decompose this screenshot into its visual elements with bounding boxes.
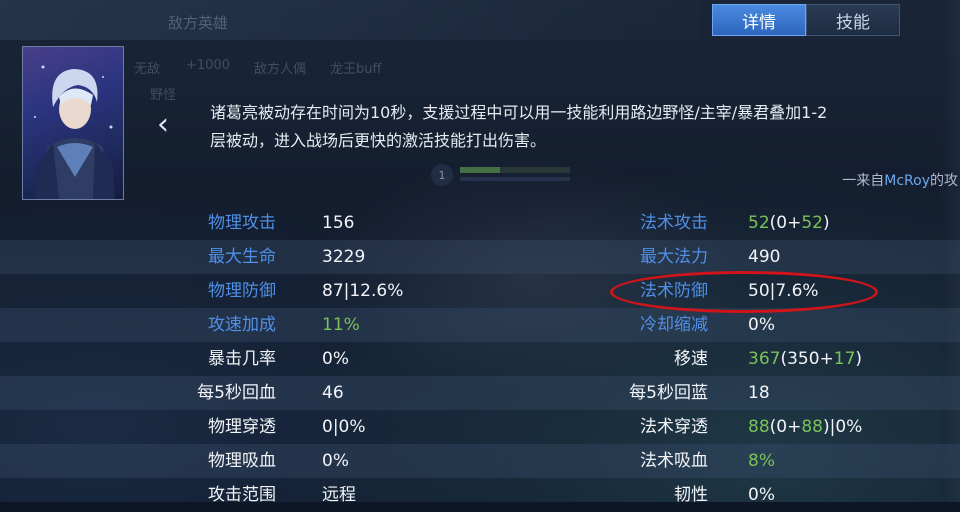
stat-value-part: ) xyxy=(855,349,863,369)
stat-label: 韧性 xyxy=(674,485,708,505)
stat-value-part: 50|7.6% xyxy=(748,281,819,301)
stat-value: 46 xyxy=(322,376,344,410)
bg-label: 敌方人偶 xyxy=(254,62,307,77)
tab-bar: 详情 技能 xyxy=(712,4,900,36)
stat-value: 367(350+17) xyxy=(748,342,862,376)
passive-line-1: 诸葛亮被动存在时间为10秒，支援过程中可以用一技能利用路边野怪/主宰/暴君叠加1… xyxy=(210,103,828,122)
level-indicator: 1 xyxy=(430,163,572,187)
bg-label: 野怪 xyxy=(150,88,177,103)
stat-value-part: 0% xyxy=(748,485,775,505)
stat-label: 最大法力 xyxy=(640,247,708,267)
bg-label: 无敌 xyxy=(134,62,161,77)
stat-value-part: 17 xyxy=(833,349,856,369)
stat-label: 最大生命 xyxy=(208,247,276,267)
stat-label: 法术穿透 xyxy=(640,417,708,437)
stat-value: 156 xyxy=(322,206,354,240)
back-chevron-icon[interactable]: ‹ xyxy=(148,110,178,140)
stat-value: 0% xyxy=(748,308,775,342)
author-suffix: 的攻 xyxy=(930,173,958,189)
stat-label: 每5秒回血 xyxy=(197,383,276,403)
stat-value: 0% xyxy=(322,342,349,376)
stat-value-part: 远程 xyxy=(322,485,356,505)
tab-details[interactable]: 详情 xyxy=(712,4,806,36)
stat-value-part: ) xyxy=(822,213,830,233)
stat-row: 攻击范围 远程 韧性 0% xyxy=(0,478,960,512)
stat-value: 490 xyxy=(748,240,780,274)
author-prefix: 一来自 xyxy=(842,173,885,189)
passive-description: 诸葛亮被动存在时间为10秒，支援过程中可以用一技能利用路边野怪/主宰/暴君叠加1… xyxy=(210,99,942,155)
stat-value: 50|7.6% xyxy=(748,274,819,308)
stat-label: 每5秒回蓝 xyxy=(629,383,708,403)
level-number: 1 xyxy=(439,169,446,182)
stat-value-part: 367 xyxy=(748,349,781,369)
stat-label: 攻击范围 xyxy=(208,485,276,505)
stat-value: 0% xyxy=(748,478,775,512)
stat-value: 0% xyxy=(322,444,349,478)
author-credit: 一来自McRoy的攻 xyxy=(842,170,958,190)
stat-row: 物理穿透 0|0% 法术穿透 88(0+88)|0% xyxy=(0,410,960,444)
stats-table: 物理攻击 156 法术攻击 52(0+52) 最大生命 3229 最大法力 490 物理防御 87… xyxy=(0,206,960,512)
bg-header-title: 敌方英雄 xyxy=(168,14,229,32)
bg-label: 龙王buff xyxy=(330,62,382,77)
stat-value-part: (0+ xyxy=(769,213,802,233)
stat-value: 87|12.6% xyxy=(322,274,403,308)
stat-value: 3229 xyxy=(322,240,365,274)
stat-value-part: )|0% xyxy=(822,417,863,437)
stat-label: 攻速加成 xyxy=(208,315,276,335)
stat-value-part: 87|12.6% xyxy=(322,281,404,301)
stat-value-part: 52 xyxy=(801,213,823,233)
stat-value-part: 0% xyxy=(322,349,349,369)
stat-value: 8% xyxy=(748,444,775,478)
stat-label: 物理攻击 xyxy=(208,213,276,233)
stat-value-part: 18 xyxy=(748,383,770,403)
stat-value-part: 52 xyxy=(748,213,770,233)
stat-value-part: 11% xyxy=(322,315,360,335)
stat-label: 法术防御 xyxy=(640,281,708,301)
stat-label: 物理穿透 xyxy=(208,417,276,437)
stat-value-part: 8% xyxy=(748,451,775,471)
hero-portrait-art xyxy=(34,65,115,199)
stat-value-part: 0% xyxy=(748,315,775,335)
passive-line-2: 层被动，进入战场后更快的激活技能打出伤害。 xyxy=(210,131,547,150)
stat-value-part: 156 xyxy=(322,213,355,233)
stat-value-part: 0|0% xyxy=(322,417,366,437)
top-strip xyxy=(0,0,700,40)
stat-label: 冷却缩减 xyxy=(640,315,708,335)
author-name[interactable]: McRoy xyxy=(884,173,930,189)
stat-value-part: 46 xyxy=(322,383,344,403)
stat-row: 物理吸血 0% 法术吸血 8% xyxy=(0,444,960,478)
stat-value: 52(0+52) xyxy=(748,206,830,240)
stat-label: 物理吸血 xyxy=(208,451,276,471)
stat-value-part: (0+ xyxy=(769,417,802,437)
stat-label: 物理防御 xyxy=(208,281,276,301)
stat-row: 物理防御 87|12.6% 法术防御 50|7.6% xyxy=(0,274,960,308)
stat-value-part: 88 xyxy=(801,417,823,437)
stat-value: 18 xyxy=(748,376,770,410)
tab-skills[interactable]: 技能 xyxy=(806,4,900,36)
hero-portrait xyxy=(22,46,124,200)
stat-label: 移速 xyxy=(674,349,708,369)
stat-value-part: 88 xyxy=(748,417,770,437)
bg-label: +1000 xyxy=(186,58,230,73)
stat-row: 攻速加成 11% 冷却缩减 0% xyxy=(0,308,960,342)
stat-row: 最大生命 3229 最大法力 490 xyxy=(0,240,960,274)
stat-label: 法术吸血 xyxy=(640,451,708,471)
stat-value-part: (350+ xyxy=(780,349,834,369)
stat-value: 11% xyxy=(322,308,360,342)
stat-value: 远程 xyxy=(322,478,356,512)
stat-label: 法术攻击 xyxy=(640,213,708,233)
stat-row: 每5秒回血 46 每5秒回蓝 18 xyxy=(0,376,960,410)
stat-value: 0|0% xyxy=(322,410,366,444)
stat-row: 暴击几率 0% 移速 367(350+17) xyxy=(0,342,960,376)
stat-value-part: 3229 xyxy=(322,247,366,267)
stat-value: 88(0+88)|0% xyxy=(748,410,862,444)
stat-row: 物理攻击 156 法术攻击 52(0+52) xyxy=(0,206,960,240)
stat-value-part: 490 xyxy=(748,247,781,267)
stat-label: 暴击几率 xyxy=(208,349,276,369)
stat-value-part: 0% xyxy=(322,451,349,471)
